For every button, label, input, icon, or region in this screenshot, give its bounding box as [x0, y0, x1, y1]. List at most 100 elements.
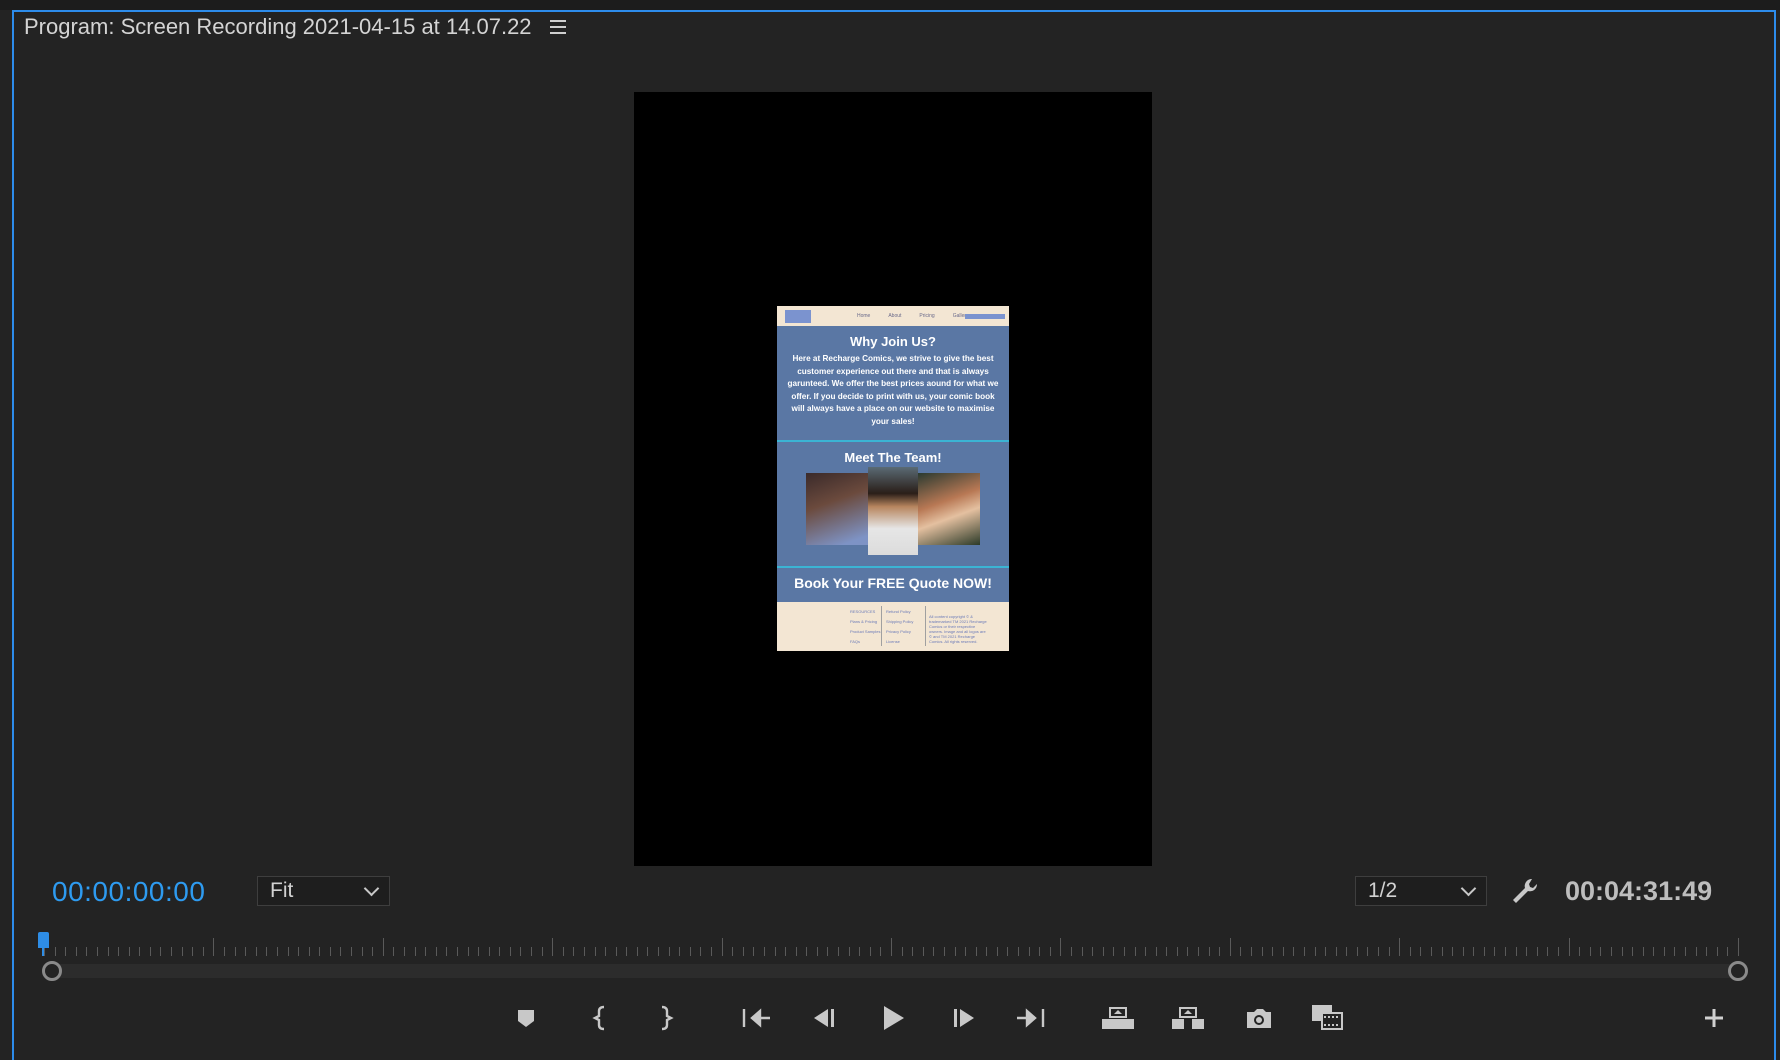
ruler-tick [922, 947, 924, 956]
mark-in-button[interactable] [583, 1000, 619, 1036]
ruler-tick [1314, 947, 1316, 956]
mark-out-button[interactable] [647, 1000, 683, 1036]
ruler-tick [160, 947, 162, 956]
scrollbar-right-handle[interactable] [1728, 961, 1748, 981]
ruler-tick [1155, 947, 1157, 956]
ruler-tick [1706, 947, 1708, 956]
panel-title: Program: Screen Recording 2021-04-15 at … [24, 14, 532, 39]
ruler-tick [880, 947, 882, 956]
footer-separator [881, 606, 882, 646]
mark-out-icon [661, 1005, 674, 1031]
footer-link: Product Samples [850, 629, 881, 634]
ruler-tick [245, 947, 247, 956]
preview-team-photos [777, 467, 1009, 555]
ruler-tick [202, 947, 204, 956]
ruler-tick [298, 947, 300, 956]
ruler-tick [658, 947, 660, 956]
ruler-tick [541, 947, 543, 956]
go-to-in-icon [742, 1008, 770, 1028]
lift-button[interactable] [1100, 1000, 1136, 1036]
ruler-tick [1568, 938, 1570, 956]
ruler-tick [626, 947, 628, 956]
resolution-value: 1/2 [1368, 879, 1398, 902]
ruler-tick [573, 947, 575, 956]
ruler-tick [1187, 947, 1189, 956]
ruler-tick [435, 947, 437, 956]
ruler-tick [1346, 947, 1348, 956]
ruler-tick [1049, 947, 1051, 956]
step-back-button[interactable] [806, 1000, 842, 1036]
ruler-tick [213, 938, 215, 956]
ruler-tick [1674, 947, 1676, 956]
ruler-tick [721, 938, 723, 956]
footer-link: License [886, 639, 900, 644]
time-ruler[interactable] [44, 936, 1739, 956]
step-forward-icon [954, 1009, 974, 1027]
play-button[interactable] [875, 1000, 911, 1036]
ruler-tick [1483, 947, 1485, 956]
wrench-icon[interactable] [1510, 876, 1540, 906]
ruler-tick [605, 947, 607, 956]
ruler-tick [827, 947, 829, 956]
export-frame-button[interactable] [1241, 1000, 1277, 1036]
ruler-tick [456, 947, 458, 956]
comparison-view-button[interactable] [1310, 1000, 1346, 1036]
scrollbar-left-handle[interactable] [42, 961, 62, 981]
preview-divider [777, 440, 1009, 442]
extract-button[interactable] [1170, 1000, 1206, 1036]
ruler-tick [1134, 947, 1136, 956]
ruler-tick [1229, 938, 1231, 956]
ruler-tick [615, 947, 617, 956]
current-timecode[interactable]: 00:00:00:00 [52, 876, 205, 908]
zoom-scrollbar[interactable] [52, 964, 1736, 978]
ruler-tick [689, 947, 691, 956]
ruler-tick [647, 947, 649, 956]
button-editor-button[interactable] [1696, 1000, 1732, 1036]
preview-footer: RESOURCES Plans & Pricing Product Sample… [777, 602, 1009, 651]
ruler-tick [351, 947, 353, 956]
ruler-tick [594, 947, 596, 956]
preview-nav-links: Home About Pricing Gallery [857, 313, 969, 319]
ruler-tick [1547, 947, 1549, 956]
playback-resolution-dropdown[interactable]: 1/2 [1355, 876, 1487, 906]
go-to-out-button[interactable] [1013, 1000, 1049, 1036]
ruler-tick [1632, 947, 1634, 956]
add-marker-button[interactable] [508, 1000, 544, 1036]
hamburger-menu-icon[interactable] [549, 20, 566, 34]
ruler-tick [1738, 938, 1739, 956]
footer-link: Privacy Policy [886, 629, 911, 634]
footer-copyright: All content copyright © & trademarked TM… [929, 614, 987, 644]
playhead[interactable] [38, 932, 49, 956]
play-icon [884, 1006, 904, 1030]
ruler-tick [139, 947, 141, 956]
chevron-down-icon [1460, 880, 1477, 896]
ruler-tick [732, 947, 734, 956]
step-forward-button[interactable] [946, 1000, 982, 1036]
ruler-tick [1610, 947, 1612, 956]
ruler-tick [149, 947, 151, 956]
ruler-tick [774, 947, 776, 956]
ruler-tick [1505, 947, 1507, 956]
chevron-down-icon [363, 880, 380, 896]
zoom-level-dropdown[interactable]: Fit [257, 876, 390, 906]
go-to-in-button[interactable] [738, 1000, 774, 1036]
ruler-tick [668, 947, 670, 956]
ruler-tick [1039, 947, 1041, 956]
preview-nav-link: Home [857, 313, 871, 319]
ruler-tick [859, 947, 861, 956]
team-photo [918, 473, 980, 545]
ruler-tick [869, 947, 871, 956]
ruler-tick [1420, 947, 1422, 956]
plus-icon [1705, 1009, 1723, 1027]
ruler-tick [531, 947, 533, 956]
ruler-tick [234, 947, 236, 956]
footer-separator [925, 606, 926, 646]
ruler-tick [192, 947, 194, 956]
ruler-tick [372, 947, 374, 956]
ruler-tick [308, 947, 310, 956]
ruler-tick [65, 947, 67, 956]
ruler-tick [1166, 947, 1168, 956]
ruler-tick [996, 947, 998, 956]
ruler-tick [1176, 947, 1178, 956]
ruler-tick [1367, 947, 1369, 956]
